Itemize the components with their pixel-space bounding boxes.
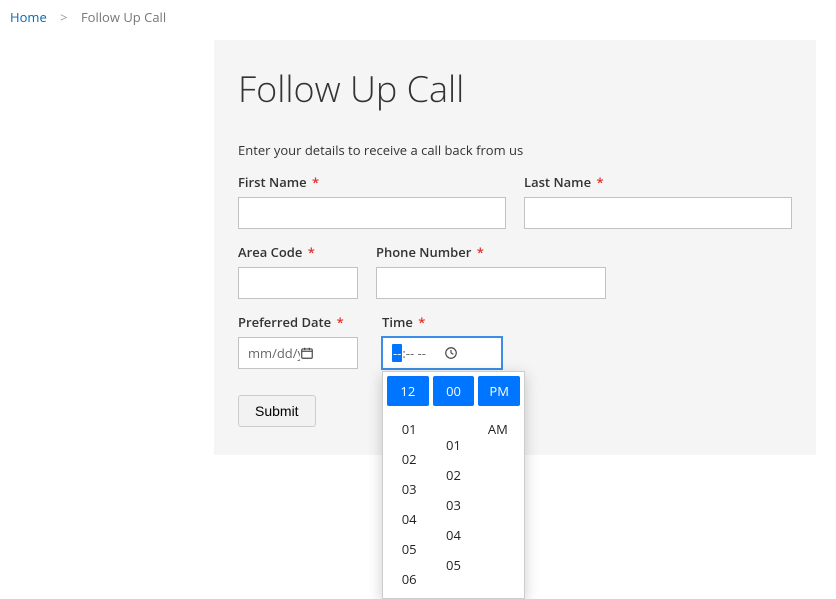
submit-button[interactable]: Submit bbox=[238, 395, 316, 427]
preferred-date-input[interactable]: mm/dd/yyyy bbox=[238, 337, 358, 369]
phone-number-input[interactable] bbox=[376, 267, 606, 299]
time-picker-hour-option[interactable]: 03 bbox=[402, 480, 417, 498]
area-code-input[interactable] bbox=[238, 267, 358, 299]
breadcrumb: Home > Follow Up Call bbox=[0, 0, 836, 34]
time-picker-minute-option[interactable]: 04 bbox=[446, 526, 461, 544]
time-label: Time * bbox=[382, 313, 502, 331]
time-picker-period-column: AM bbox=[476, 414, 520, 588]
page-title: Follow Up Call bbox=[238, 64, 792, 113]
time-picker-hours-column: 01 02 03 04 05 06 bbox=[387, 414, 431, 588]
last-name-input[interactable] bbox=[524, 197, 792, 229]
time-picker-period-option[interactable]: AM bbox=[488, 420, 508, 438]
preferred-date-label: Preferred Date * bbox=[238, 313, 358, 331]
time-picker-hour-option[interactable]: 02 bbox=[402, 450, 417, 468]
time-picker-hour-selected[interactable]: 12 bbox=[387, 376, 429, 406]
form-panel: Follow Up Call Enter your details to rec… bbox=[214, 40, 816, 455]
clock-icon[interactable] bbox=[444, 346, 496, 360]
time-picker-hour-option[interactable]: 04 bbox=[402, 510, 417, 528]
breadcrumb-current: Follow Up Call bbox=[81, 8, 166, 26]
time-picker-dropdown: 12 00 PM 01 02 03 04 05 06 bbox=[382, 371, 525, 599]
time-picker-minute-option[interactable]: 02 bbox=[446, 466, 461, 484]
time-picker-hour-option[interactable]: 06 bbox=[402, 570, 417, 588]
time-picker-minute-option[interactable]: 01 bbox=[446, 436, 461, 454]
time-value: --:-- -- bbox=[392, 344, 444, 362]
time-picker-hour-option[interactable]: 01 bbox=[402, 420, 417, 438]
calendar-icon[interactable] bbox=[300, 346, 352, 360]
breadcrumb-separator: > bbox=[60, 8, 67, 26]
date-placeholder: mm/dd/yyyy bbox=[248, 344, 300, 362]
time-picker-minutes-column: 01 02 03 04 05 bbox=[431, 414, 475, 588]
time-picker-minute-option[interactable]: 03 bbox=[446, 496, 461, 514]
area-code-label: Area Code * bbox=[238, 243, 358, 261]
last-name-label: Last Name * bbox=[524, 173, 792, 191]
first-name-label: First Name * bbox=[238, 173, 506, 191]
time-picker-minute-selected[interactable]: 00 bbox=[433, 376, 475, 406]
first-name-input[interactable] bbox=[238, 197, 506, 229]
time-picker-minute-option[interactable]: 05 bbox=[446, 556, 461, 574]
breadcrumb-home-link[interactable]: Home bbox=[10, 8, 47, 26]
page-instruction: Enter your details to receive a call bac… bbox=[238, 141, 792, 159]
time-picker-hour-option[interactable]: 05 bbox=[402, 540, 417, 558]
phone-number-label: Phone Number * bbox=[376, 243, 606, 261]
time-picker-period-selected[interactable]: PM bbox=[478, 376, 520, 406]
time-input[interactable]: --:-- -- 12 00 PM 01 02 03 bbox=[382, 337, 502, 369]
